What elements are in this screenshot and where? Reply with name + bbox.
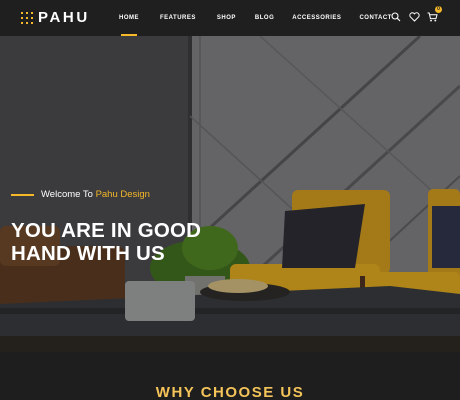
heart-icon[interactable] xyxy=(408,11,420,23)
welcome-text: Welcome To Pahu Design xyxy=(41,189,150,200)
section-title: WHY CHOOSE US xyxy=(155,384,305,400)
nav-item-blog[interactable]: BLOG xyxy=(255,0,274,36)
header-icons: 0 xyxy=(390,6,442,23)
hero-title-line-1: YOU ARE IN GOOD xyxy=(11,219,202,242)
welcome-prefix: Welcome To xyxy=(41,189,96,200)
welcome-brand: Pahu Design xyxy=(95,189,150,200)
logo[interactable]: PAHU xyxy=(21,9,90,26)
logo-text: PAHU xyxy=(38,9,90,26)
logo-grid-icon xyxy=(21,12,33,24)
why-choose-us-section: WHY CHOOSE US xyxy=(0,352,460,400)
cart-icon[interactable]: 0 xyxy=(426,6,442,23)
hero-title: YOU ARE IN GOOD HAND WITH US xyxy=(11,219,201,265)
cart-count-badge: 0 xyxy=(435,6,442,13)
hero-banner: Welcome To Pahu Design YOU ARE IN GOOD H… xyxy=(0,36,460,352)
welcome-divider xyxy=(11,193,34,196)
site-header: PAHU HOME FEATURES SHOP BLOG ACCESSORIES… xyxy=(0,0,460,36)
nav-item-home[interactable]: HOME xyxy=(119,0,139,36)
nav-item-contact[interactable]: CONTACT xyxy=(359,0,391,36)
search-icon[interactable] xyxy=(390,11,402,23)
nav-item-features[interactable]: FEATURES xyxy=(160,0,196,36)
hero-title-line-2: HAND WITH US xyxy=(11,242,165,265)
main-nav: HOME FEATURES SHOP BLOG ACCESSORIES CONT… xyxy=(119,0,392,36)
hero-welcome: Welcome To Pahu Design xyxy=(11,189,150,200)
nav-item-shop[interactable]: SHOP xyxy=(217,0,236,36)
nav-item-accessories[interactable]: ACCESSORIES xyxy=(292,0,341,36)
